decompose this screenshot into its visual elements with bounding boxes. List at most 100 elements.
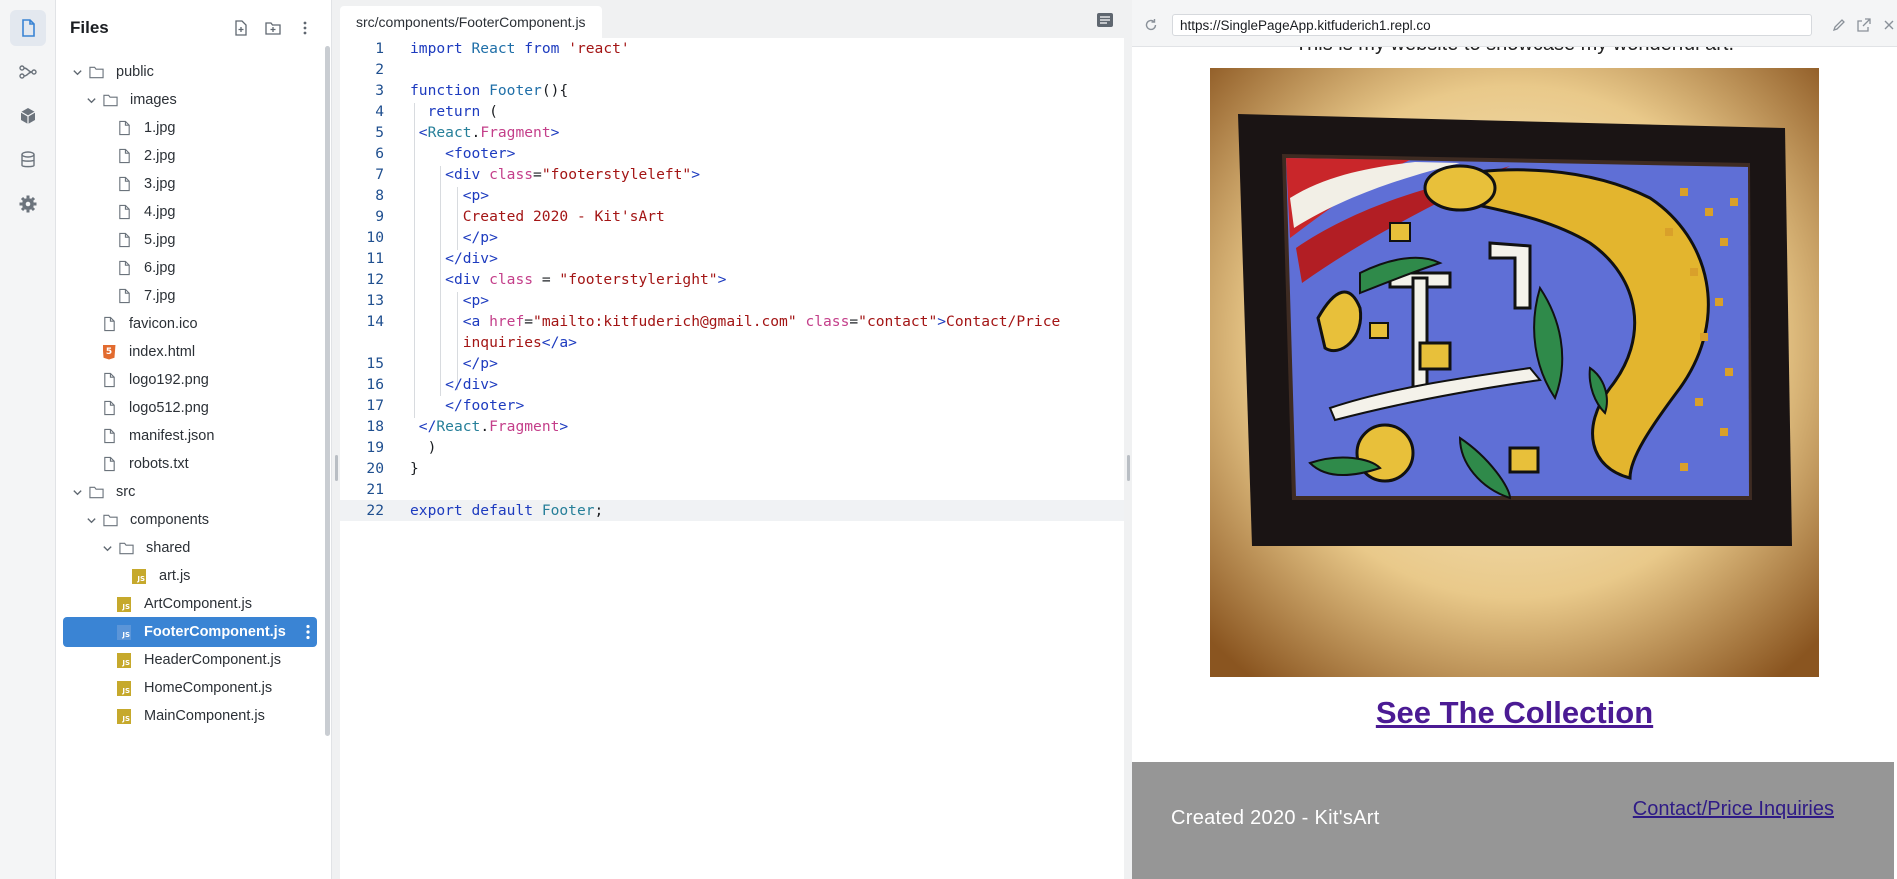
tree-file[interactable]: 5 index.html [56,337,321,367]
code-line: 21 [366,481,384,498]
tree-file[interactable]: logo512.png [56,393,321,423]
code-area[interactable]: 1 import React from 'react' 2 3 function F… [340,38,1124,879]
tree-file[interactable]: 6.jpg [56,253,321,283]
tree-file[interactable]: 1.jpg [56,113,321,143]
editor-options-icon[interactable] [1096,12,1114,28]
tree-label: 1.jpg [144,120,176,136]
code-line: 11 </div> [366,250,498,267]
settings-gear-icon[interactable] [10,186,46,222]
editor-tab[interactable]: src/components/FooterComponent.js [340,6,602,38]
html5-icon: 5 [101,343,117,361]
tree-label: 4.jpg [144,204,176,220]
file-icon [101,399,117,417]
code-line: 9 Created 2020 - Kit'sArt [375,208,665,225]
tree-file[interactable]: 5.jpg [56,225,321,255]
code-line: 18 </React.Fragment> [366,418,569,435]
artwork-image [1210,68,1819,677]
chevron-down-icon [84,93,98,107]
tree-file[interactable]: 2.jpg [56,141,321,171]
packages-icon[interactable] [10,98,46,134]
tree-folder-shared[interactable]: shared [56,533,321,563]
tree-folder-src[interactable]: src [56,477,321,507]
tree-label: 6.jpg [144,260,176,276]
tree-file[interactable]: 4.jpg [56,197,321,227]
chevron-down-icon [84,513,98,527]
refresh-icon[interactable] [1141,15,1161,35]
tree-label: components [130,512,209,528]
tree-folder-public[interactable]: public [56,57,321,87]
file-icon [101,371,117,389]
footer-credit: Created 2020 - Kit'sArt [1171,807,1380,829]
code-line: 19 ) [366,439,437,456]
tree-file[interactable]: 3.jpg [56,169,321,199]
tree-label: HomeComponent.js [144,680,273,696]
see-collection-link[interactable]: See The Collection [1132,695,1897,731]
tree-label: art.js [159,568,191,584]
edit-pencil-icon[interactable] [1829,15,1849,35]
open-new-tab-icon[interactable] [1854,15,1874,35]
code-line: 3 function Footer(){ [375,82,569,99]
file-icon [116,175,132,193]
tree-file[interactable]: 7.jpg [56,281,321,311]
file-icon [101,315,117,333]
tree-label: 2.jpg [144,148,176,164]
tree-file[interactable]: logo192.png [56,365,321,395]
file-icon [116,119,132,137]
files-scrollbar[interactable] [325,46,330,736]
tree-label: FooterComponent.js [144,624,286,640]
file-icon [101,427,117,445]
tree-label: HeaderComponent.js [144,652,282,668]
tree-file[interactable]: robots.txt [56,449,321,479]
code-line: 8 <p> [375,187,490,204]
code-line: 4 return ( [375,103,498,120]
tree-file[interactable]: manifest.json [56,421,321,451]
database-icon[interactable] [10,142,46,178]
tree-label: shared [146,540,191,556]
chevron-down-icon [70,65,84,79]
folder-icon [118,539,134,557]
tree-label: src [116,484,136,500]
tree-file[interactable]: JS MainComponent.js [56,701,321,731]
tree-label: logo512.png [129,400,209,416]
url-input[interactable]: https://SinglePageApp.kitfuderich1.repl.… [1172,14,1812,36]
tree-label: robots.txt [129,456,189,472]
tree-label: favicon.ico [129,316,198,332]
file-icon [116,203,132,221]
code-line-current: 22 export default Footer; [340,500,1124,521]
intro-text: This is my website to showcase my wonder… [1132,47,1897,56]
code-line: 5 <React.Fragment> [375,124,560,141]
code-line-wrapped: inquiries</a> [462,334,577,351]
tree-label: manifest.json [129,428,215,444]
tree-file[interactable]: JS HeaderComponent.js [56,645,321,675]
tree-folder-images[interactable]: images [56,85,321,115]
tree-file[interactable]: favicon.ico [56,309,321,339]
tree-file[interactable]: JS HomeComponent.js [56,673,321,703]
tree-label: index.html [129,344,196,360]
tree-folder-components[interactable]: components [56,505,321,535]
code-line: 6 <footer> [375,145,516,162]
close-icon[interactable] [1879,15,1897,35]
new-file-icon[interactable] [229,16,253,40]
tree-file-selected[interactable]: JS FooterComponent.js [63,617,317,647]
tree-label: 3.jpg [144,176,176,192]
folder-icon [102,511,118,529]
code-line: 17 </footer> [366,397,525,414]
file-options-icon[interactable] [305,624,311,640]
version-control-icon[interactable] [10,54,46,90]
tree-label: 5.jpg [144,232,176,248]
tree-label: 7.jpg [144,288,176,304]
files-icon[interactable] [10,10,46,46]
code-editor: src/components/FooterComponent.js 1 impor… [340,0,1124,879]
tree-file[interactable]: JS ArtComponent.js [56,589,321,619]
panel-resize-handle[interactable] [335,455,338,481]
folder-icon [102,91,118,109]
tree-file[interactable]: JS art.js [56,561,321,591]
editor-tabbar: src/components/FooterComponent.js [340,0,1124,38]
code-line: 20} [366,460,419,477]
code-line: 13 <p> [366,292,490,309]
contact-link[interactable]: Contact/Price Inquiries [1633,798,1834,821]
tree-label: MainComponent.js [144,708,265,724]
panel-resize-handle[interactable] [1127,455,1130,481]
new-folder-icon[interactable] [261,16,285,40]
more-options-icon[interactable] [293,16,317,40]
